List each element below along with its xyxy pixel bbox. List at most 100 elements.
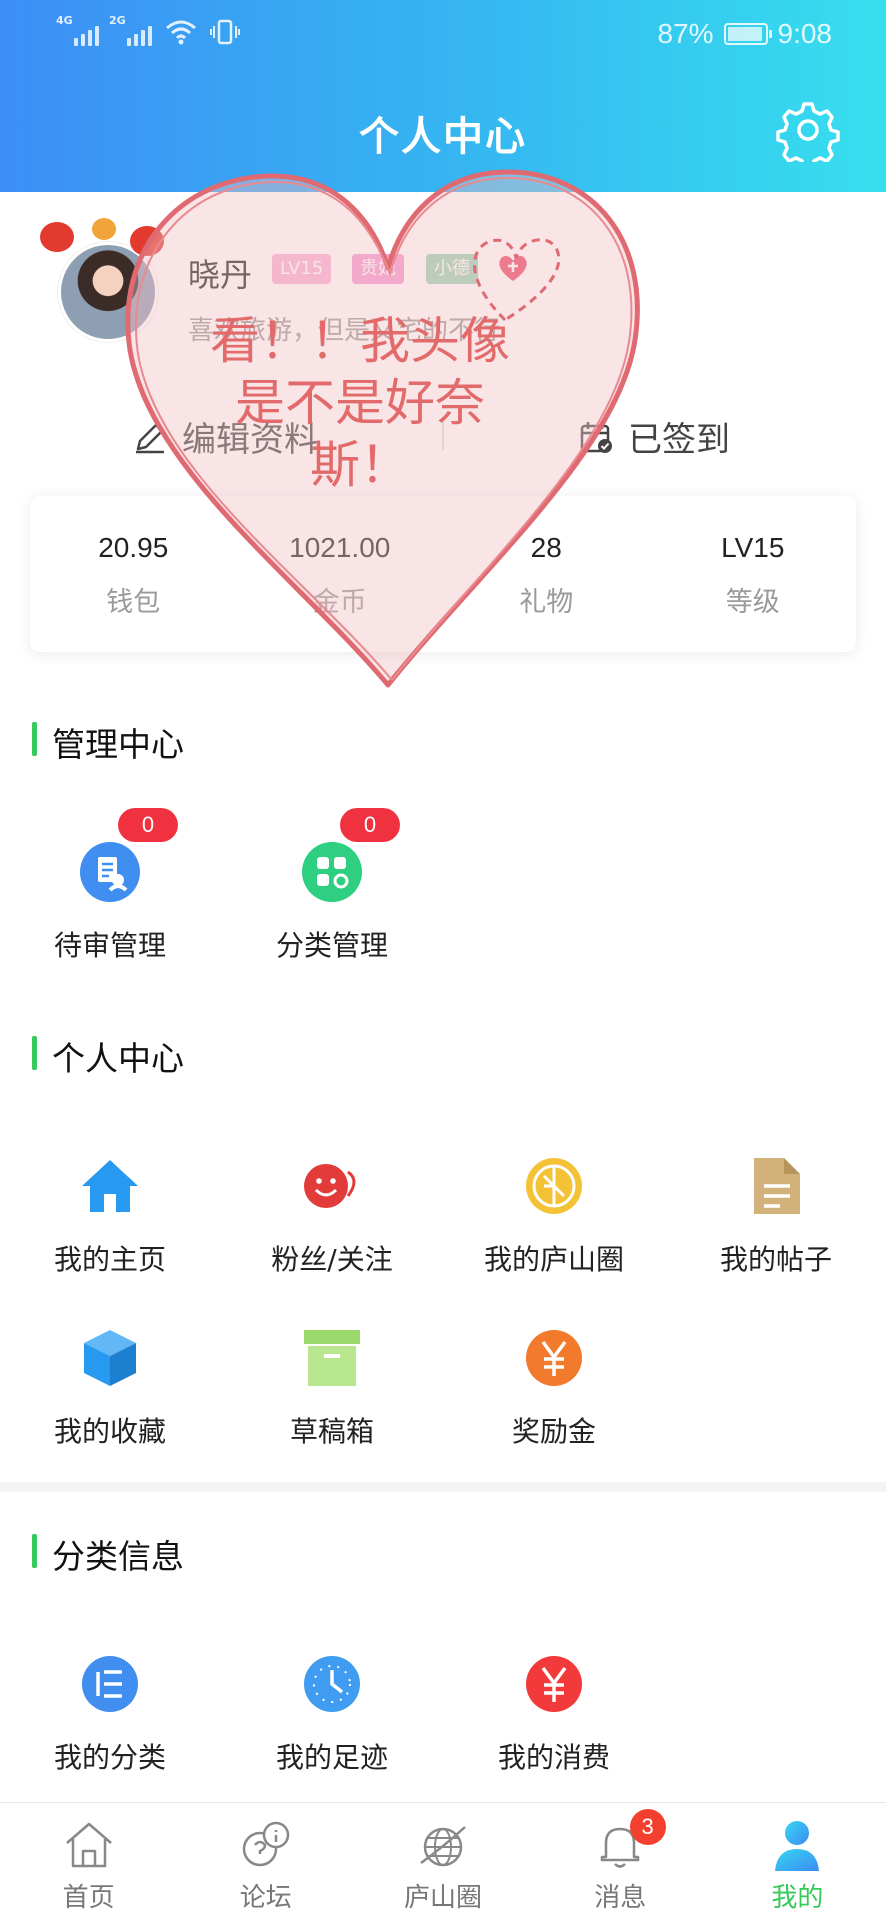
battery-icon: [723, 23, 772, 45]
stat-value: 20.95: [98, 532, 169, 563]
grid-item-fans[interactable]: 粉丝/关注: [222, 1154, 442, 1278]
grid-item-label: 分类管理: [275, 929, 388, 962]
status-bar: 4G 2G 87% 9:08: [0, 0, 886, 72]
nav-item-circle[interactable]: 庐山圈: [354, 1803, 531, 1920]
status-right: 87% 9:08: [657, 18, 832, 50]
clock-time: 9:08: [777, 18, 833, 49]
nav-label: 我的: [771, 1883, 824, 1913]
vibrate-icon: [210, 19, 240, 45]
category-settings-icon: 0: [300, 808, 400, 904]
section-title-admin: 管理中心: [32, 718, 184, 766]
pencil-icon: [136, 423, 164, 453]
title-badge: 小德: [426, 254, 478, 284]
fans-icon: [300, 1154, 364, 1218]
signal-type-label: 2G: [109, 14, 126, 27]
wifi-icon: [166, 20, 196, 45]
battery-percent: 87%: [657, 18, 714, 49]
grid-item-label: 我的分类: [53, 1741, 166, 1774]
stat-wallet[interactable]: 20.95 钱包: [30, 496, 237, 652]
level-badge: LV15: [272, 254, 332, 284]
grid-item-my-circle[interactable]: 我的庐山圈: [444, 1154, 664, 1278]
header-bar: 4G 2G 87% 9:08 个人中心: [0, 0, 886, 192]
section-title-category: 分类信息: [32, 1530, 184, 1578]
grid-item-my-category[interactable]: 我的分类: [0, 1652, 220, 1776]
nav-item-home[interactable]: 首页: [0, 1803, 177, 1920]
circle-icon: [522, 1154, 586, 1218]
nav-label: 首页: [62, 1883, 115, 1913]
stat-label: 礼物: [519, 587, 574, 618]
heart-drawing-text: 看！！我头像是不是好奈斯！: [210, 312, 510, 494]
count-badge: 0: [118, 808, 178, 842]
stat-label: 金币: [312, 587, 367, 618]
grid-item-label: 我的帖子: [719, 1243, 832, 1276]
grid-item-label: 我的收藏: [53, 1415, 166, 1448]
document-icon: [744, 1154, 808, 1218]
grid-item-label: 待审管理: [53, 929, 166, 962]
nav-label: 论坛: [239, 1883, 292, 1913]
lantern-decoration: [92, 218, 116, 240]
signal-type-label: 4G: [56, 14, 73, 27]
yen-icon: [522, 1326, 586, 1390]
lantern-decoration: [40, 222, 74, 252]
stat-gifts[interactable]: 28 礼物: [443, 496, 650, 652]
section-title-personal: 个人中心: [32, 1032, 184, 1080]
stats-card: 20.95 钱包 1021.00 金币 28 礼物 LV15 等级: [30, 496, 856, 652]
grid-item-footprints[interactable]: 我的足迹: [222, 1652, 442, 1776]
grid-item-label: 粉丝/关注: [271, 1243, 393, 1276]
gear-icon[interactable]: [776, 98, 840, 162]
grid-item-rewards[interactable]: 奖励金: [444, 1326, 664, 1450]
user-icon: [775, 1821, 820, 1871]
review-icon: 0: [78, 808, 178, 904]
grid-item-label: 我的庐山圈: [483, 1243, 624, 1276]
grid-item-label: 草稿箱: [289, 1415, 374, 1448]
grid-item-label: 我的主页: [53, 1243, 166, 1276]
grid-item-review[interactable]: 0 待审管理: [0, 808, 220, 964]
grid-item-favorites[interactable]: 我的收藏: [0, 1326, 220, 1450]
archive-icon: [300, 1326, 364, 1390]
lantern-decoration: [130, 226, 164, 256]
stat-level[interactable]: LV15 等级: [650, 496, 857, 652]
message-count-badge: 3: [629, 1809, 666, 1845]
page-title: 个人中心: [359, 114, 527, 160]
sign-in-button[interactable]: 已签到: [578, 412, 730, 461]
grid-item-label: 我的足迹: [275, 1741, 388, 1774]
grid-item-my-posts[interactable]: 我的帖子: [666, 1154, 886, 1278]
nav-item-mine[interactable]: 我的: [709, 1803, 886, 1920]
nav-item-messages[interactable]: 3 消息: [532, 1803, 709, 1920]
signed-label: 已签到: [628, 420, 730, 460]
title-badge: 贵妃: [352, 254, 404, 284]
globe-icon: [420, 1826, 466, 1867]
list-icon: [78, 1652, 142, 1716]
home-outline-icon: [65, 1822, 112, 1868]
stat-label: 钱包: [106, 587, 161, 618]
grid-item-label: 我的消费: [497, 1741, 610, 1774]
clock-icon: [300, 1652, 364, 1716]
forum-icon: [242, 1821, 290, 1867]
stat-value: 28: [530, 532, 562, 563]
grid-item-spending[interactable]: 我的消费: [444, 1652, 664, 1776]
count-badge: 0: [340, 808, 400, 842]
box-icon: [78, 1326, 142, 1390]
nav-label: 消息: [594, 1883, 647, 1913]
signal-icon: 2G: [109, 14, 152, 46]
signal-icon: 4G: [56, 14, 99, 46]
nav-label: 庐山圈: [404, 1883, 483, 1913]
grid-item-drafts[interactable]: 草稿箱: [222, 1326, 442, 1450]
grid-item-label: 奖励金: [511, 1415, 596, 1448]
bottom-nav: 首页 论坛 庐山圈 3 消息 我的: [0, 1802, 886, 1920]
nav-item-forum[interactable]: 论坛: [177, 1803, 354, 1920]
nickname: 晓丹: [188, 256, 253, 294]
stat-value: 1021.00: [289, 532, 391, 563]
stat-coins[interactable]: 1021.00 金币: [237, 496, 444, 652]
heart-icon: [499, 255, 527, 281]
signal-group: 4G 2G: [56, 14, 240, 46]
grid-item-category-settings[interactable]: 0 分类管理: [222, 808, 442, 964]
section-separator: [0, 1482, 886, 1492]
calendar-check-icon: [580, 421, 612, 453]
grid-item-my-home[interactable]: 我的主页: [0, 1154, 220, 1278]
home-icon: [78, 1154, 142, 1218]
yen-icon: [522, 1652, 586, 1716]
avatar[interactable]: [58, 242, 158, 342]
stat-value: LV15: [721, 532, 785, 563]
stat-label: 等级: [725, 587, 780, 618]
